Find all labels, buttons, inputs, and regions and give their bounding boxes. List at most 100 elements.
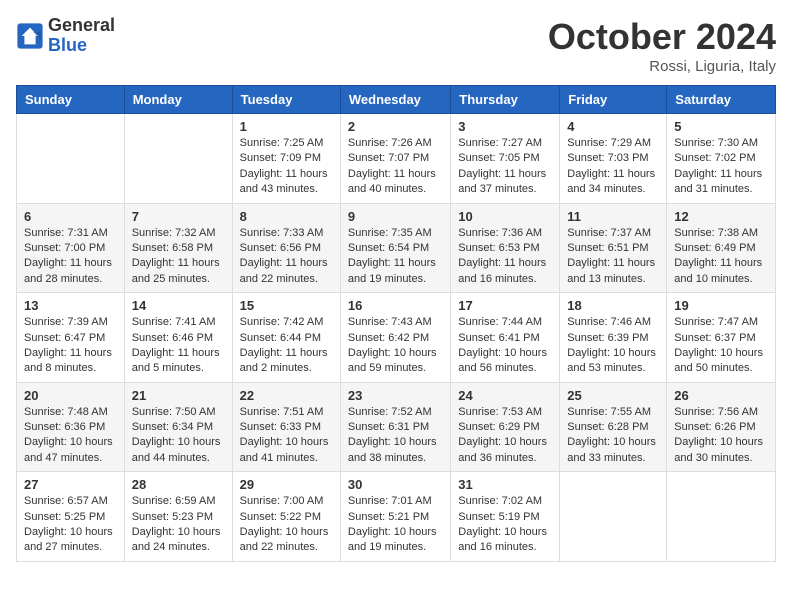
- cell-content: Sunrise: 7:48 AMSunset: 6:36 PMDaylight:…: [24, 405, 117, 467]
- day-number: 21: [132, 388, 225, 403]
- cell-content: Sunrise: 7:00 AMSunset: 5:22 PMDaylight:…: [240, 494, 333, 556]
- calendar-cell: 13 Sunrise: 7:39 AMSunset: 6:47 PMDayligh…: [17, 293, 125, 383]
- calendar-cell: 30 Sunrise: 7:01 AMSunset: 5:21 PMDayligh…: [340, 472, 450, 562]
- calendar-cell: 9Sunrise: 7:35 AMSunset: 6:54 PMDaylight…: [340, 203, 450, 293]
- column-header-thursday: Thursday: [451, 86, 560, 114]
- day-number: 30: [348, 477, 443, 492]
- column-header-wednesday: Wednesday: [340, 86, 450, 114]
- day-number: 2: [348, 119, 443, 134]
- day-number: 15: [240, 298, 333, 313]
- cell-content: Sunrise: 7:51 AMSunset: 6:33 PMDaylight:…: [240, 405, 333, 467]
- cell-content: Sunrise: 7:42 AMSunset: 6:44 PMDaylight:…: [240, 315, 333, 377]
- cell-content: Sunrise: 7:31 AMSunset: 7:00 PMDaylight:…: [24, 226, 117, 288]
- calendar-cell: 26 Sunrise: 7:56 AMSunset: 6:26 PMDayligh…: [667, 382, 776, 472]
- cell-content: Sunrise: 7:39 AMSunset: 6:47 PMDaylight:…: [24, 315, 117, 377]
- calendar-cell: 10Sunrise: 7:36 AMSunset: 6:53 PMDayligh…: [451, 203, 560, 293]
- day-number: 5: [674, 119, 768, 134]
- day-number: 1: [240, 119, 333, 134]
- day-number: 3: [458, 119, 552, 134]
- calendar-week-row: 20 Sunrise: 7:48 AMSunset: 6:36 PMDayligh…: [17, 382, 776, 472]
- page-header: General Blue October 2024 Rossi, Liguria…: [16, 16, 776, 75]
- cell-content: Sunrise: 7:27 AMSunset: 7:05 PMDaylight:…: [458, 136, 552, 198]
- cell-content: Sunrise: 7:38 AMSunset: 6:49 PMDaylight:…: [674, 226, 768, 288]
- cell-content: Sunrise: 7:30 AMSunset: 7:02 PMDaylight:…: [674, 136, 768, 198]
- cell-content: Sunrise: 7:32 AMSunset: 6:58 PMDaylight:…: [132, 226, 225, 288]
- calendar-cell: 21Sunrise: 7:50 AMSunset: 6:34 PMDayligh…: [124, 382, 232, 472]
- calendar-cell: 6 Sunrise: 7:31 AMSunset: 7:00 PMDaylight…: [17, 203, 125, 293]
- cell-content: Sunrise: 7:43 AMSunset: 6:42 PMDaylight:…: [348, 315, 443, 377]
- calendar-cell: [17, 114, 125, 204]
- cell-content: Sunrise: 7:26 AMSunset: 7:07 PMDaylight:…: [348, 136, 443, 198]
- calendar-cell: 11Sunrise: 7:37 AMSunset: 6:51 PMDayligh…: [560, 203, 667, 293]
- location: Rossi, Liguria, Italy: [548, 58, 776, 75]
- column-header-saturday: Saturday: [667, 86, 776, 114]
- cell-content: Sunrise: 7:46 AMSunset: 6:39 PMDaylight:…: [567, 315, 659, 377]
- day-number: 8: [240, 209, 333, 224]
- calendar-cell: 17 Sunrise: 7:44 AMSunset: 6:41 PMDayligh…: [451, 293, 560, 383]
- calendar-week-row: 27Sunrise: 6:57 AMSunset: 5:25 PMDayligh…: [17, 472, 776, 562]
- cell-content: Sunrise: 7:56 AMSunset: 6:26 PMDaylight:…: [674, 405, 768, 467]
- calendar-table: SundayMondayTuesdayWednesdayThursdayFrid…: [16, 85, 776, 562]
- day-number: 14: [132, 298, 225, 313]
- day-number: 20: [24, 388, 117, 403]
- calendar-cell: 14 Sunrise: 7:41 AMSunset: 6:46 PMDayligh…: [124, 293, 232, 383]
- calendar-cell: 12 Sunrise: 7:38 AMSunset: 6:49 PMDayligh…: [667, 203, 776, 293]
- cell-content: Sunrise: 7:01 AMSunset: 5:21 PMDaylight:…: [348, 494, 443, 556]
- logo-general-text: General: [48, 16, 115, 36]
- day-number: 25: [567, 388, 659, 403]
- calendar-cell: 24Sunrise: 7:53 AMSunset: 6:29 PMDayligh…: [451, 382, 560, 472]
- day-number: 7: [132, 209, 225, 224]
- cell-content: Sunrise: 7:44 AMSunset: 6:41 PMDaylight:…: [458, 315, 552, 377]
- day-number: 10: [458, 209, 552, 224]
- calendar-cell: 19Sunrise: 7:47 AMSunset: 6:37 PMDayligh…: [667, 293, 776, 383]
- calendar-cell: 5 Sunrise: 7:30 AMSunset: 7:02 PMDaylight…: [667, 114, 776, 204]
- calendar-cell: 7 Sunrise: 7:32 AMSunset: 6:58 PMDaylight…: [124, 203, 232, 293]
- calendar-cell: 31Sunrise: 7:02 AMSunset: 5:19 PMDayligh…: [451, 472, 560, 562]
- calendar-cell: 2 Sunrise: 7:26 AMSunset: 7:07 PMDaylight…: [340, 114, 450, 204]
- calendar-cell: 23 Sunrise: 7:52 AMSunset: 6:31 PMDayligh…: [340, 382, 450, 472]
- calendar-cell: 27Sunrise: 6:57 AMSunset: 5:25 PMDayligh…: [17, 472, 125, 562]
- calendar-cell: 25 Sunrise: 7:55 AMSunset: 6:28 PMDayligh…: [560, 382, 667, 472]
- day-number: 26: [674, 388, 768, 403]
- day-number: 16: [348, 298, 443, 313]
- day-number: 23: [348, 388, 443, 403]
- day-number: 13: [24, 298, 117, 313]
- day-number: 29: [240, 477, 333, 492]
- logo: General Blue: [16, 16, 115, 56]
- day-number: 19: [674, 298, 768, 313]
- calendar-cell: 18Sunrise: 7:46 AMSunset: 6:39 PMDayligh…: [560, 293, 667, 383]
- cell-content: Sunrise: 7:41 AMSunset: 6:46 PMDaylight:…: [132, 315, 225, 377]
- day-number: 9: [348, 209, 443, 224]
- calendar-cell: 1 Sunrise: 7:25 AMSunset: 7:09 PMDaylight…: [232, 114, 340, 204]
- cell-content: Sunrise: 7:55 AMSunset: 6:28 PMDaylight:…: [567, 405, 659, 467]
- calendar-cell: [667, 472, 776, 562]
- day-number: 17: [458, 298, 552, 313]
- logo-icon: [16, 22, 44, 50]
- month-title: October 2024: [548, 16, 776, 58]
- cell-content: Sunrise: 7:52 AMSunset: 6:31 PMDaylight:…: [348, 405, 443, 467]
- calendar-cell: 29 Sunrise: 7:00 AMSunset: 5:22 PMDayligh…: [232, 472, 340, 562]
- day-number: 4: [567, 119, 659, 134]
- calendar-cell: 28Sunrise: 6:59 AMSunset: 5:23 PMDayligh…: [124, 472, 232, 562]
- day-number: 27: [24, 477, 117, 492]
- cell-content: Sunrise: 7:25 AMSunset: 7:09 PMDaylight:…: [240, 136, 333, 198]
- day-number: 12: [674, 209, 768, 224]
- calendar-cell: 20 Sunrise: 7:48 AMSunset: 6:36 PMDayligh…: [17, 382, 125, 472]
- calendar-cell: 3 Sunrise: 7:27 AMSunset: 7:05 PMDaylight…: [451, 114, 560, 204]
- day-number: 22: [240, 388, 333, 403]
- calendar-week-row: 13 Sunrise: 7:39 AMSunset: 6:47 PMDayligh…: [17, 293, 776, 383]
- column-header-monday: Monday: [124, 86, 232, 114]
- day-number: 11: [567, 209, 659, 224]
- calendar-cell: 22 Sunrise: 7:51 AMSunset: 6:33 PMDayligh…: [232, 382, 340, 472]
- cell-content: Sunrise: 7:02 AMSunset: 5:19 PMDaylight:…: [458, 494, 552, 556]
- title-section: October 2024 Rossi, Liguria, Italy: [548, 16, 776, 75]
- logo-text: General Blue: [48, 16, 115, 56]
- column-header-sunday: Sunday: [17, 86, 125, 114]
- calendar-header-row: SundayMondayTuesdayWednesdayThursdayFrid…: [17, 86, 776, 114]
- calendar-cell: 8Sunrise: 7:33 AMSunset: 6:56 PMDaylight…: [232, 203, 340, 293]
- calendar-cell: 4Sunrise: 7:29 AMSunset: 7:03 PMDaylight…: [560, 114, 667, 204]
- calendar-cell: 15 Sunrise: 7:42 AMSunset: 6:44 PMDayligh…: [232, 293, 340, 383]
- cell-content: Sunrise: 7:53 AMSunset: 6:29 PMDaylight:…: [458, 405, 552, 467]
- column-header-friday: Friday: [560, 86, 667, 114]
- day-number: 6: [24, 209, 117, 224]
